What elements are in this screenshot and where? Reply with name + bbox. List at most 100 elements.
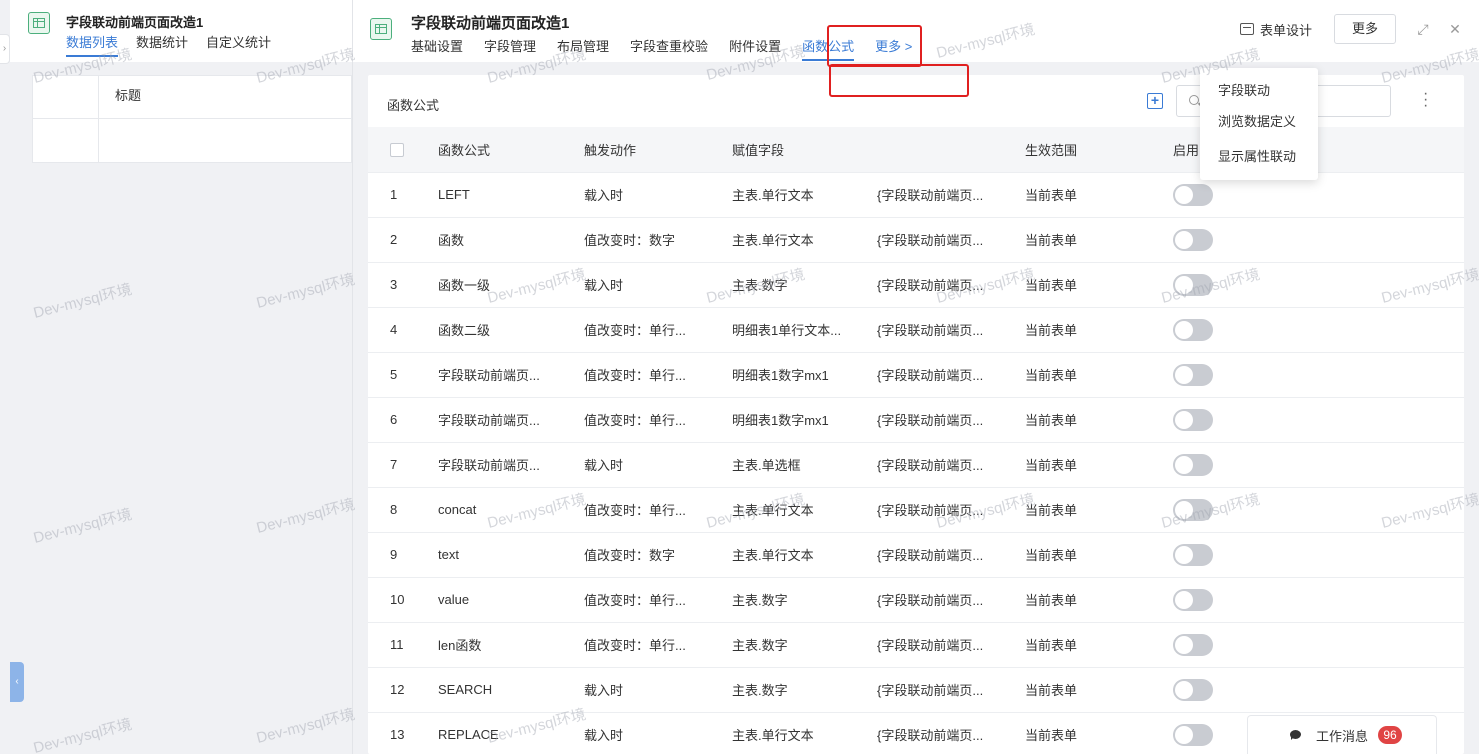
left-table-header: 标题 bbox=[33, 76, 351, 119]
table-row[interactable]: 6 字段联动前端页... 值改变时：单行... 明细表1数字mx1 {字段联动前端页..… bbox=[368, 397, 1464, 443]
page-title: 字段联动前端页面改造1 bbox=[411, 15, 570, 32]
table-row[interactable]: 8 concat 值改变时：单行... 主表.单行文本 {字段联动前端页... 当前表单 bbox=[368, 487, 1464, 533]
tab-attachment-settings[interactable]: 附件设置 bbox=[729, 36, 781, 61]
scope-cell: 当前表单 bbox=[1025, 352, 1173, 398]
table-row[interactable]: 7 字段联动前端页... 载入时 主表.单选框 {字段联动前端页... 当前表单 bbox=[368, 442, 1464, 488]
enable-toggle[interactable] bbox=[1173, 498, 1213, 521]
enable-toggle[interactable] bbox=[1173, 678, 1213, 701]
enable-toggle[interactable] bbox=[1173, 453, 1213, 476]
enable-toggle[interactable] bbox=[1173, 723, 1213, 746]
enable-toggle[interactable] bbox=[1173, 228, 1213, 251]
assign-field-cell: 主表.数字 bbox=[732, 667, 877, 713]
formula-name-link[interactable]: 函数 bbox=[438, 217, 584, 263]
enable-toggle[interactable] bbox=[1173, 318, 1213, 341]
enabled-cell bbox=[1173, 532, 1464, 578]
trigger-cell: 值改变时：单行... bbox=[584, 352, 732, 398]
trigger-cell: 值改变时：数字 bbox=[584, 532, 732, 578]
more-options-icon[interactable]: · · · bbox=[1423, 86, 1428, 114]
trigger-cell: 载入时 bbox=[584, 172, 732, 218]
highlight-box-dropdown-item bbox=[829, 64, 969, 97]
add-icon[interactable]: + bbox=[1147, 93, 1163, 109]
close-icon[interactable]: ✕ bbox=[1448, 21, 1462, 38]
table-row[interactable]: 2 函数 值改变时：数字 主表.单行文本 {字段联动前端页... 当前表单 bbox=[368, 217, 1464, 263]
formula-name-link[interactable]: concat bbox=[438, 487, 584, 533]
scope-cell: 当前表单 bbox=[1025, 397, 1173, 443]
assign-field-cell: 主表.数字 bbox=[732, 577, 877, 623]
left-table-row bbox=[33, 119, 351, 162]
dropdown-item-display-property-linkage[interactable]: 显示属性联动 bbox=[1218, 146, 1296, 165]
table-row[interactable]: 10 value 值改变时：单行... 主表.数字 {字段联动前端页... 当前表单 bbox=[368, 577, 1464, 623]
enable-toggle[interactable] bbox=[1173, 633, 1213, 656]
tab-layout-management[interactable]: 布局管理 bbox=[557, 36, 609, 61]
left-tabs: 数据列表 数据统计 自定义统计 bbox=[66, 32, 271, 57]
formula-name-link[interactable]: len函数 bbox=[438, 622, 584, 668]
tab-field-duplicate-check[interactable]: 字段查重校验 bbox=[630, 36, 708, 61]
tab-data-list[interactable]: 数据列表 bbox=[66, 32, 119, 57]
expression-cell: {字段联动前端页... bbox=[877, 307, 1025, 353]
dropdown-item-field-linkage[interactable]: 字段联动 bbox=[1218, 80, 1270, 99]
trigger-cell: 值改变时：数字 bbox=[584, 217, 732, 263]
enabled-cell bbox=[1173, 577, 1464, 623]
table-row[interactable]: 12 SEARCH 载入时 主表.数字 {字段联动前端页... 当前表单 bbox=[368, 667, 1464, 713]
expand-left-icon[interactable]: › bbox=[0, 34, 10, 64]
collapse-panel-icon[interactable]: ‹ bbox=[10, 662, 24, 702]
row-index: 12 bbox=[368, 667, 438, 713]
scope-cell: 当前表单 bbox=[1025, 487, 1173, 533]
table-row[interactable]: 4 函数二级 值改变时：单行... 明细表1单行文本... {字段联动前端页... 当前表… bbox=[368, 307, 1464, 353]
unread-count-badge: 96 bbox=[1378, 726, 1403, 744]
scope-cell: 当前表单 bbox=[1025, 577, 1173, 623]
table-row[interactable]: 3 函数一级 载入时 主表.数字 {字段联动前端页... 当前表单 bbox=[368, 262, 1464, 308]
tab-basic-settings[interactable]: 基础设置 bbox=[411, 36, 463, 61]
form-design-button[interactable]: 表单设计 bbox=[1239, 20, 1312, 39]
formula-name-link[interactable]: 函数二级 bbox=[438, 307, 584, 353]
formula-name-link[interactable]: 字段联动前端页... bbox=[438, 442, 584, 488]
enable-toggle[interactable] bbox=[1173, 588, 1213, 611]
formula-name-link[interactable]: text bbox=[438, 532, 584, 578]
enable-toggle[interactable] bbox=[1173, 273, 1213, 296]
enabled-cell bbox=[1173, 442, 1464, 488]
formula-name-link[interactable]: value bbox=[438, 577, 584, 623]
enable-toggle[interactable] bbox=[1173, 543, 1213, 566]
formula-name-link[interactable]: SEARCH bbox=[438, 667, 584, 713]
expression-cell: {字段联动前端页... bbox=[877, 172, 1025, 218]
trigger-cell: 值改变时：单行... bbox=[584, 487, 732, 533]
tab-custom-stats[interactable]: 自定义统计 bbox=[206, 32, 271, 57]
assign-field-cell: 主表.单选框 bbox=[732, 442, 877, 488]
formula-name-link[interactable]: REPLACE bbox=[438, 712, 584, 754]
row-index: 8 bbox=[368, 487, 438, 533]
row-index: 2 bbox=[368, 217, 438, 263]
formula-name-link[interactable]: 字段联动前端页... bbox=[438, 397, 584, 443]
table-row[interactable]: 9 text 值改变时：数字 主表.单行文本 {字段联动前端页... 当前表单 bbox=[368, 532, 1464, 578]
table-row[interactable]: 11 len函数 值改变时：单行... 主表.数字 {字段联动前端页... 当前表单 bbox=[368, 622, 1464, 668]
row-index: 11 bbox=[368, 622, 438, 668]
expand-icon[interactable]: ⤢ bbox=[1416, 21, 1430, 38]
expression-cell: {字段联动前端页... bbox=[877, 352, 1025, 398]
formula-name-link[interactable]: 字段联动前端页... bbox=[438, 352, 584, 398]
enable-toggle[interactable] bbox=[1173, 183, 1213, 206]
tab-field-management[interactable]: 字段管理 bbox=[484, 36, 536, 61]
assign-field-cell: 主表.单行文本 bbox=[732, 532, 877, 578]
scope-cell: 当前表单 bbox=[1025, 172, 1173, 218]
left-panel: › 字段联动前端页面改造1 数据列表 数据统计 自定义统计 标题 ‹ bbox=[0, 0, 352, 754]
dropdown-item-browse-data-definition[interactable]: 浏览数据定义 bbox=[1218, 111, 1296, 130]
more-button[interactable]: 更多 bbox=[1334, 14, 1396, 44]
select-all-cell bbox=[368, 127, 438, 173]
table-app-icon bbox=[28, 12, 50, 34]
formula-name-link[interactable]: 函数一级 bbox=[438, 262, 584, 308]
select-all-checkbox[interactable] bbox=[390, 143, 404, 158]
row-index: 9 bbox=[368, 532, 438, 578]
enable-toggle[interactable] bbox=[1173, 363, 1213, 386]
enabled-cell bbox=[1173, 352, 1464, 398]
work-message-widget[interactable]: 工作消息 96 bbox=[1247, 715, 1437, 754]
column-header-expression bbox=[877, 127, 1025, 173]
left-title-column-header: 标题 bbox=[115, 88, 142, 103]
enable-toggle[interactable] bbox=[1173, 408, 1213, 431]
tab-data-stats[interactable]: 数据统计 bbox=[136, 32, 188, 57]
formula-table: 函数公式 触发动作 赋值字段 生效范围 启用 1 LEFT 载入时 主表.单行文本 {字… bbox=[368, 127, 1464, 754]
table-row[interactable]: 5 字段联动前端页... 值改变时：单行... 明细表1数字mx1 {字段联动前端页..… bbox=[368, 352, 1464, 398]
work-message-label: 工作消息 bbox=[1316, 728, 1369, 744]
left-header: 字段联动前端页面改造1 数据列表 数据统计 自定义统计 bbox=[10, 0, 352, 62]
formula-name-link[interactable]: LEFT bbox=[438, 172, 584, 218]
expression-cell: {字段联动前端页... bbox=[877, 487, 1025, 533]
trigger-cell: 值改变时：单行... bbox=[584, 307, 732, 353]
